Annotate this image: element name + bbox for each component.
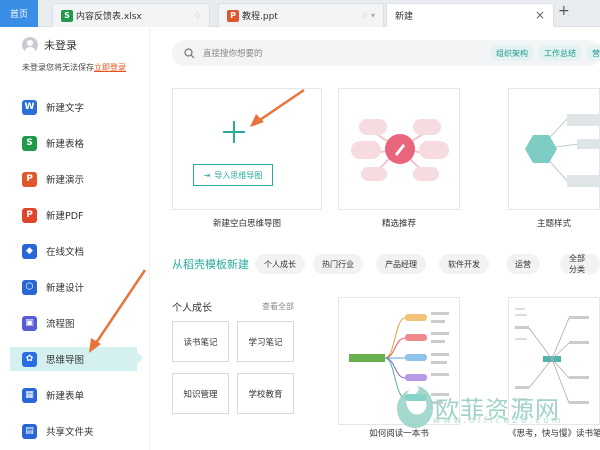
plus-icon[interactable]: [223, 121, 245, 143]
tab-ppt[interactable]: P 教程.ppt ♢ ▾: [218, 3, 384, 27]
tab-xlsx-label: 内容反馈表.xlsx: [76, 12, 142, 22]
sidebar-item-label: 新建表单: [46, 391, 85, 402]
import-mindmap-button[interactable]: ⇥ 导入思维导图: [193, 164, 273, 186]
sidebar-item-icon: P: [22, 207, 37, 223]
category-chip[interactable]: 个人成长: [255, 254, 305, 274]
featured-card[interactable]: [338, 88, 460, 210]
search-tag[interactable]: 工作总结: [538, 45, 582, 61]
tab-new[interactable]: 新建 ×: [386, 3, 554, 27]
growth-item[interactable]: 知识管理: [172, 373, 229, 414]
sidebar-item[interactable]: ⬡ 新建设计: [10, 275, 137, 299]
sidebar-item-label: 新建文字: [46, 103, 85, 114]
search-bar[interactable]: 直接搜你想要的: [172, 40, 600, 66]
growth-item[interactable]: 学习笔记: [237, 321, 294, 362]
tab-new-label: 新建: [395, 11, 414, 22]
blank-mindmap-label: 新建空白思维导图: [212, 219, 281, 229]
tab-ppt-label: 教程.ppt: [242, 12, 278, 22]
category-chip[interactable]: 运营: [506, 254, 540, 274]
category-chip[interactable]: 产品经理: [376, 254, 426, 274]
sidebar-item[interactable]: ▣ 流程图: [10, 311, 137, 335]
category-chip[interactable]: 软件开发: [439, 254, 489, 274]
sidebar-item[interactable]: P 新建演示: [10, 167, 137, 191]
watermark: 欧菲资源网 www.office26.com: [395, 384, 560, 430]
sidebar-item-label: 共享文件夹: [46, 427, 94, 438]
sidebar-item-icon: S: [22, 135, 37, 151]
sidebar-item-icon: ▦: [22, 387, 37, 403]
login-hint: 未登录您将无法保存立即登录: [22, 62, 126, 73]
sidebar-item-icon: W: [22, 99, 37, 115]
template-section-title: 从稻壳模板新建: [172, 258, 249, 271]
view-all-link[interactable]: 查看全部: [262, 301, 294, 312]
tab-home-label: 首页: [9, 10, 28, 20]
import-icon: ⇥: [203, 170, 211, 180]
user-name: 未登录: [44, 39, 77, 52]
category-chip[interactable]: 热门行业: [313, 254, 363, 274]
theme-label: 主题样式: [536, 219, 571, 229]
sidebar-item-label: 在线文档: [46, 247, 85, 258]
login-hint-text: 未登录您将无法保存: [22, 63, 94, 72]
search-icon: [184, 47, 195, 58]
featured-thumbnail: [351, 119, 449, 181]
cloud-icon[interactable]: ♢: [194, 11, 201, 20]
blank-mindmap-card[interactable]: [172, 88, 322, 210]
cloud-icon[interactable]: ♢ ▾: [361, 11, 375, 20]
sidebar-item[interactable]: ▤ 共享文件夹: [10, 419, 137, 443]
search-tag[interactable]: 组织架构: [490, 45, 534, 61]
theme-thumbnail: [525, 114, 600, 187]
watermark-url: www.office26.com: [433, 416, 564, 426]
category-chip[interactable]: 全部分类: [560, 254, 600, 274]
tab-xlsx[interactable]: S 内容反馈表.xlsx ♢: [52, 3, 210, 27]
sidebar-item-icon: ✿: [22, 351, 37, 367]
sidebar-item-icon: ⬡: [22, 279, 37, 295]
sidebar-item[interactable]: ✿ 思维导图: [10, 347, 137, 371]
login-link[interactable]: 立即登录: [94, 63, 126, 72]
tab-home[interactable]: 首页: [0, 0, 38, 27]
sidebar-item-label: 新建设计: [46, 283, 85, 294]
sidebar-item-label: 新建演示: [46, 175, 85, 186]
featured-label: 精选推荐: [381, 219, 416, 229]
sidebar-item-label: 新建表格: [46, 139, 85, 150]
close-icon[interactable]: ×: [535, 8, 545, 22]
sidebar-item-label: 新建PDF: [46, 211, 84, 222]
sidebar-item-label: 思维导图: [46, 355, 85, 366]
search-placeholder: 直接搜你想要的: [203, 49, 263, 59]
sidebar-item-icon: P: [22, 171, 37, 187]
sidebar-item[interactable]: W 新建文字: [10, 95, 137, 119]
import-label: 导入思维导图: [214, 170, 263, 180]
theme-card[interactable]: [508, 88, 600, 210]
sidebar-item[interactable]: ◆ 在线文档: [10, 239, 137, 263]
user-info[interactable]: 未登录: [22, 37, 77, 53]
spreadsheet-icon: S: [61, 9, 73, 22]
sidebar-item[interactable]: ▦ 新建表单: [10, 383, 137, 407]
growth-item[interactable]: 读书笔记: [172, 321, 229, 362]
sidebar-item-icon: ▤: [22, 423, 37, 439]
avatar[interactable]: [22, 37, 38, 53]
watermark-logo-icon: [397, 386, 433, 428]
active-pointer: [137, 352, 143, 364]
presentation-icon: P: [227, 9, 239, 22]
sidebar-item[interactable]: S 新建表格: [10, 131, 137, 155]
growth-item[interactable]: 学校教育: [237, 373, 294, 414]
sidebar-item-icon: ▣: [22, 315, 37, 331]
sidebar-item[interactable]: P 新建PDF: [10, 203, 137, 227]
sidebar-item-icon: ◆: [22, 243, 37, 259]
tab-bar: 首页 S 内容反馈表.xlsx ♢ P 教程.ppt ♢ ▾ 新建 × +: [0, 0, 600, 27]
sidebar-item-label: 流程图: [46, 319, 75, 330]
growth-title: 个人成长: [172, 303, 212, 314]
search-tag[interactable]: 营: [586, 45, 600, 61]
add-tab-icon[interactable]: +: [558, 3, 570, 19]
